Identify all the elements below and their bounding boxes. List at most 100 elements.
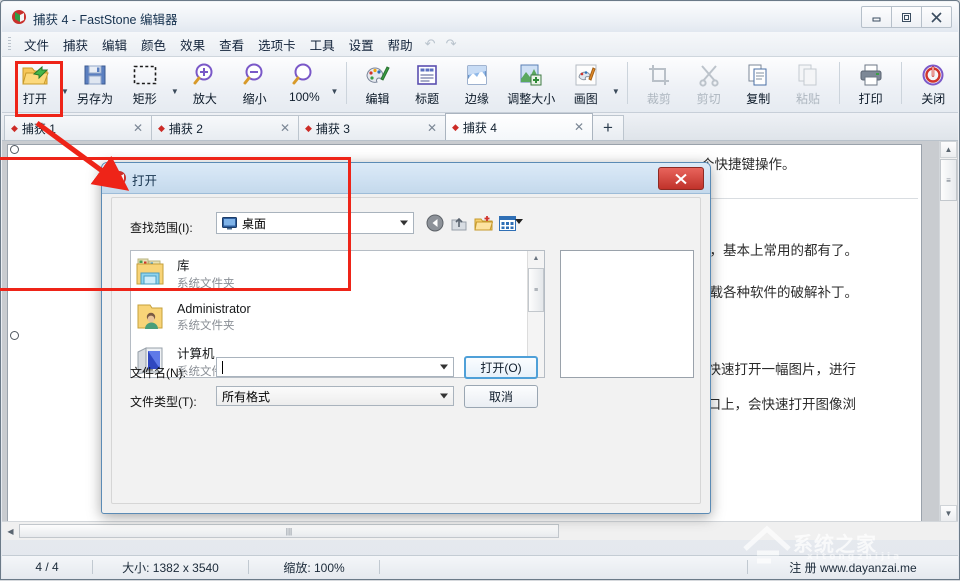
watermark-subtext: xitongzhijia [807,552,903,562]
menu-item-edit[interactable]: 编辑 [95,32,134,57]
filetype-chevron-down-icon[interactable] [440,393,448,399]
toolbar-button-edge[interactable]: 边缘 [452,57,502,111]
lookin-chevron-down-icon[interactable] [400,220,408,226]
toolbar-button-resize[interactable]: 调整大小 [502,57,561,111]
views-chevron-down-icon[interactable] [515,219,523,224]
canvas-vertical-scrollbar[interactable]: ▲ ≡ ▼ [939,141,957,522]
menu-item-capture[interactable]: 捕获 [56,32,95,57]
scroll-down-arrow-icon[interactable]: ▼ [940,505,957,522]
menu-item-view[interactable]: 查看 [212,32,251,57]
scroll-up-arrow-icon[interactable]: ▲ [940,141,957,158]
list-item[interactable]: Administrator 系统文件夹 [131,295,544,339]
floppy-save-icon [82,61,108,89]
status-page-counter: 4 / 4 [35,560,59,574]
menu-item-help[interactable]: 帮助 [381,32,420,57]
tab-close-icon[interactable]: ✕ [425,121,439,135]
tab-capture-2[interactable]: ◆ 捕获 2 ✕ [151,115,299,140]
printer-icon [859,61,883,89]
filename-label: 文件名(N): [130,366,186,380]
vertical-scroll-thumb[interactable]: ≡ [940,159,957,201]
tab-close-icon[interactable]: ✕ [131,121,145,135]
dialog-open-button[interactable]: 打开(O) [464,356,538,379]
watermark-logo-icon [741,523,797,572]
toolbar-separator-3 [838,62,840,104]
draw-palette-icon [364,61,391,89]
annotation-rect-open-button [15,61,63,117]
toolbar-button-save-as[interactable]: 另存为 [70,57,120,111]
toolbar-button-print[interactable]: 打印 [846,57,896,111]
menu-item-tools[interactable]: 工具 [303,32,342,57]
tab-modified-diamond-icon: ◆ [452,121,459,132]
minimize-button[interactable] [861,6,892,28]
zoom-dropdown-chevron-down-icon[interactable]: ▼ [329,57,340,111]
resize-image-icon [519,61,543,89]
copy-icon [746,61,770,89]
doc-divider [688,198,918,199]
toolbar-button-crop[interactable]: 裁剪 [634,57,684,111]
new-folder-icon[interactable] [472,212,494,234]
menu-item-color[interactable]: 颜色 [134,32,173,57]
doc-text-line-1: 个快捷键操作。 [701,157,796,173]
toolbar-button-cut[interactable]: 剪切 [684,57,734,111]
file-name: Administrator [177,301,251,316]
up-one-level-icon[interactable] [448,212,470,234]
tab-label: 捕获 1 [21,121,56,136]
scroll-left-arrow-icon[interactable]: ◀ [2,523,19,540]
menu-item-file[interactable]: 文件 [17,32,56,57]
zoom-in-icon [192,61,218,89]
toolbar-button-rectangle[interactable]: 矩形 [120,57,170,111]
menu-grip-handle[interactable] [8,37,11,51]
tab-capture-4[interactable]: ◆ 捕获 4 ✕ [445,113,593,140]
new-tab-button[interactable]: + [592,115,624,140]
toolbar-button-close[interactable]: 关闭 [908,57,958,111]
horizontal-scroll-thumb[interactable]: ||| [19,524,559,538]
menu-item-tabs[interactable]: 选项卡 [251,32,303,57]
text-cursor [222,360,223,374]
close-button[interactable] [921,6,952,28]
paint-brush-icon [574,61,598,89]
toolbar-button-copy[interactable]: 复制 [733,57,783,111]
annotation-rect-dialog-area [0,157,351,291]
tab-capture-1[interactable]: ◆ 捕获 1 ✕ [4,115,152,140]
maximize-button[interactable] [891,6,922,28]
user-folder-icon [131,300,177,334]
rectangle-dropdown-chevron-down-icon[interactable]: ▼ [170,57,181,111]
toolbar-button-zoom-out[interactable]: 缩小 [230,57,280,111]
dialog-cancel-button[interactable]: 取消 [464,385,538,408]
tab-close-icon[interactable]: ✕ [278,121,292,135]
back-navigation-icon[interactable] [424,212,446,234]
filename-combobox[interactable] [216,357,454,377]
paint-dropdown-chevron-down-icon[interactable]: ▼ [611,57,622,111]
toolbar-button-draw[interactable]: 编辑 [353,57,403,111]
undo-icon[interactable]: ↶ [420,36,441,52]
toolbar-button-zoom-in[interactable]: 放大 [180,57,230,111]
tab-bar: ◆ 捕获 1 ✕ ◆ 捕获 2 ✕ ◆ 捕获 3 ✕ ◆ 捕获 4 ✕ + [2,113,958,141]
redo-icon[interactable]: ↷ [441,36,462,52]
scissors-cut-icon [697,61,721,89]
tab-label: 捕获 4 [462,120,497,135]
selection-handle-top-left[interactable] [10,145,19,154]
toolbar-label-close: 关闭 [921,92,946,106]
toolbar-button-caption[interactable]: 标题 [402,57,452,111]
scroll-up-arrow-icon[interactable]: ▲ [528,251,544,266]
file-list-scroll-thumb[interactable]: ≡ [528,268,544,312]
tab-modified-diamond-icon: ◆ [158,122,165,133]
paste-icon [796,61,820,89]
menu-item-settings[interactable]: 设置 [342,32,381,57]
toolbar-label-edge: 边缘 [464,92,489,106]
filename-chevron-down-icon[interactable] [440,364,448,370]
window-controls [861,6,952,28]
filetype-value: 所有格式 [222,389,271,404]
tab-label: 捕获 2 [168,121,203,136]
filetype-combobox[interactable]: 所有格式 [216,386,454,406]
toolbar-button-paste[interactable]: 粘贴 [783,57,833,111]
toolbar-button-paint[interactable]: 画图 [561,57,611,111]
menu-item-effects[interactable]: 效果 [173,32,212,57]
window-title: 捕获 4 - FastStone 编辑器 [33,13,178,27]
tab-capture-3[interactable]: ◆ 捕获 3 ✕ [298,115,446,140]
selection-handle-middle-left[interactable] [10,331,19,340]
toolbar-label-caption: 标题 [415,92,440,106]
dialog-close-button[interactable] [658,167,704,190]
tab-close-icon[interactable]: ✕ [572,120,586,134]
toolbar-button-zoom-actual[interactable]: 100% [279,57,329,111]
